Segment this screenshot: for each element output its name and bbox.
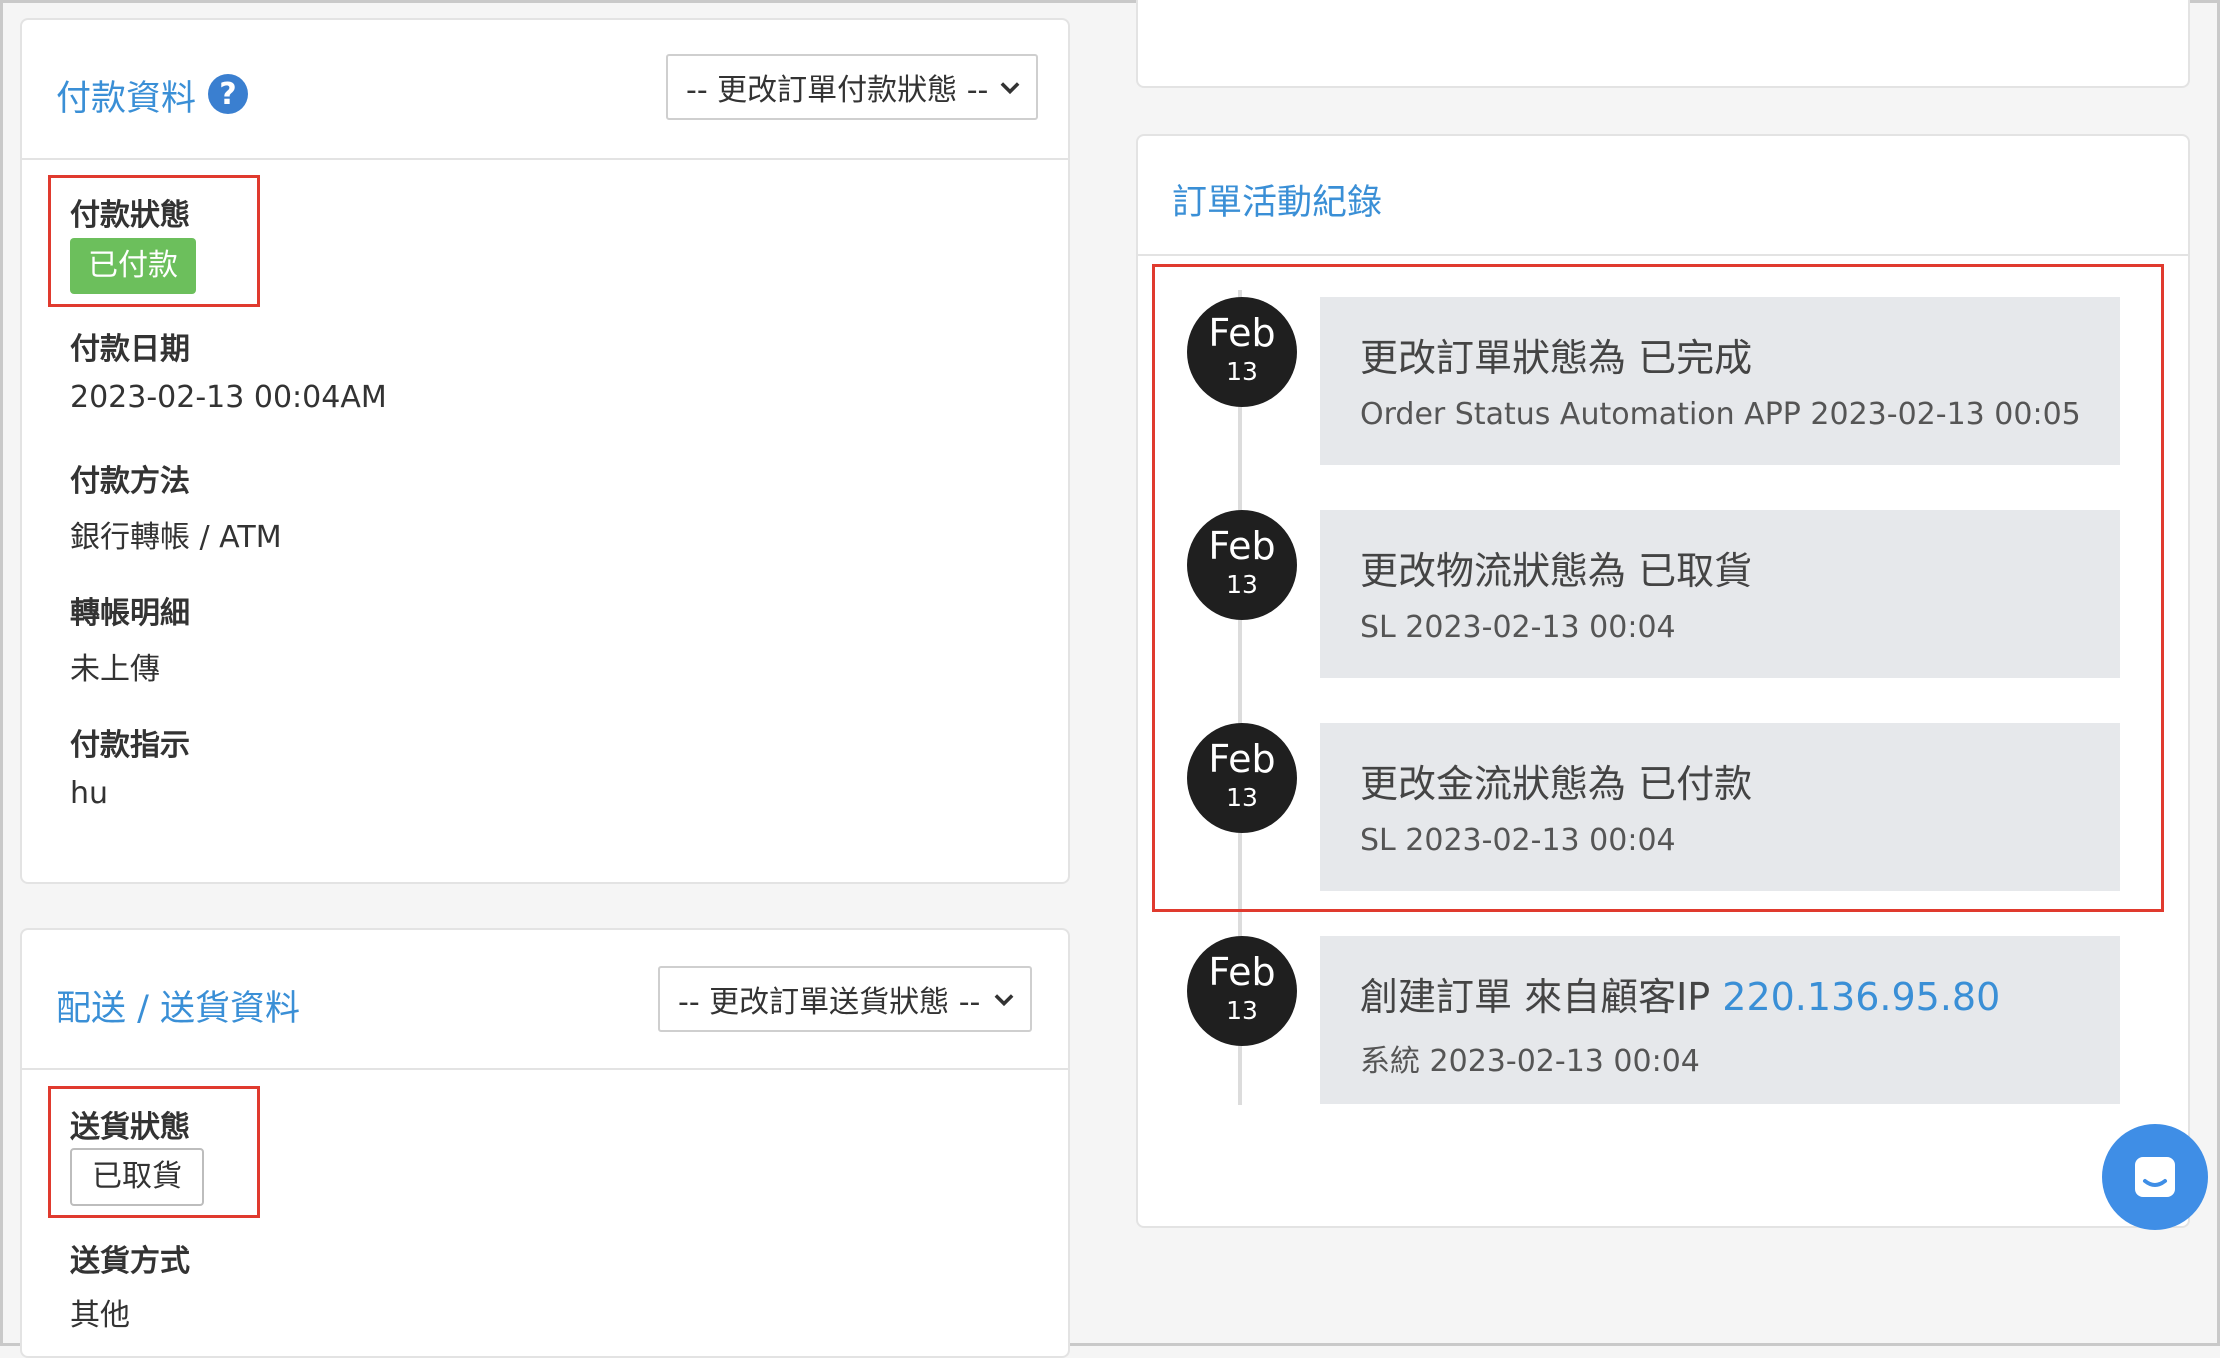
payment-instruction-value: hu: [70, 776, 109, 811]
timeline-date: Feb 13: [1187, 936, 1297, 1046]
delivery-method-value: 其他: [70, 1298, 130, 1333]
timeline-entry-meta: 系統 2023-02-13 00:04: [1360, 1044, 1700, 1079]
chat-launcher-button[interactable]: [2102, 1124, 2208, 1230]
timeline-entry-title: 創建訂單 來自顧客IP 220.136.95.80: [1360, 966, 2000, 1021]
delivery-method-label: 送貨方式: [70, 1244, 190, 1279]
activity-panel-title: 訂單活動紀錄: [1172, 183, 1383, 223]
transfer-detail-value: 未上傳: [70, 652, 160, 687]
payment-instruction-label: 付款指示: [70, 728, 190, 763]
payment-status-select[interactable]: -- 更改訂單付款狀態 --: [666, 54, 1038, 120]
chevron-down-icon: [1000, 82, 1020, 95]
payment-status-highlight: [48, 175, 260, 307]
activity-highlight: [1152, 264, 2164, 912]
delivery-panel-title: 配送 / 送貨資料: [56, 989, 301, 1029]
payment-panel-title: 付款資料: [56, 79, 197, 119]
delivery-status-select-value: -- 更改訂單送貨狀態 --: [678, 985, 981, 1020]
top-right-panel: [1136, 0, 2190, 88]
timeline-entry: 創建訂單 來自顧客IP 220.136.95.80 系統 2023-02-13 …: [1320, 936, 2120, 1104]
delivery-panel-header: 配送 / 送貨資料 -- 更改訂單送貨狀態 --: [22, 930, 1068, 1070]
payment-date-value: 2023-02-13 00:04AM: [70, 380, 387, 415]
payment-method-value: 銀行轉帳 / ATM: [70, 520, 282, 555]
help-icon[interactable]: ?: [208, 74, 248, 114]
transfer-detail-label: 轉帳明細: [70, 596, 190, 631]
payment-status-select-value: -- 更改訂單付款狀態 --: [686, 73, 989, 108]
payment-method-label: 付款方法: [70, 464, 190, 499]
timeline-entry-title-prefix: 創建訂單 來自顧客IP: [1360, 975, 1723, 1019]
timeline-month: Feb: [1208, 950, 1276, 994]
customer-ip-link[interactable]: 220.136.95.80: [1722, 975, 2000, 1019]
payment-date-label: 付款日期: [70, 332, 190, 367]
activity-panel-header: 訂單活動紀錄: [1138, 136, 2188, 256]
delivery-status-select[interactable]: -- 更改訂單送貨狀態 --: [658, 966, 1032, 1032]
delivery-status-highlight: [48, 1086, 260, 1218]
chevron-down-icon: [994, 994, 1014, 1007]
payment-panel-header: 付款資料 ? -- 更改訂單付款狀態 --: [22, 20, 1068, 160]
timeline-day: 13: [1226, 996, 1258, 1025]
chat-icon: [2135, 1157, 2175, 1197]
